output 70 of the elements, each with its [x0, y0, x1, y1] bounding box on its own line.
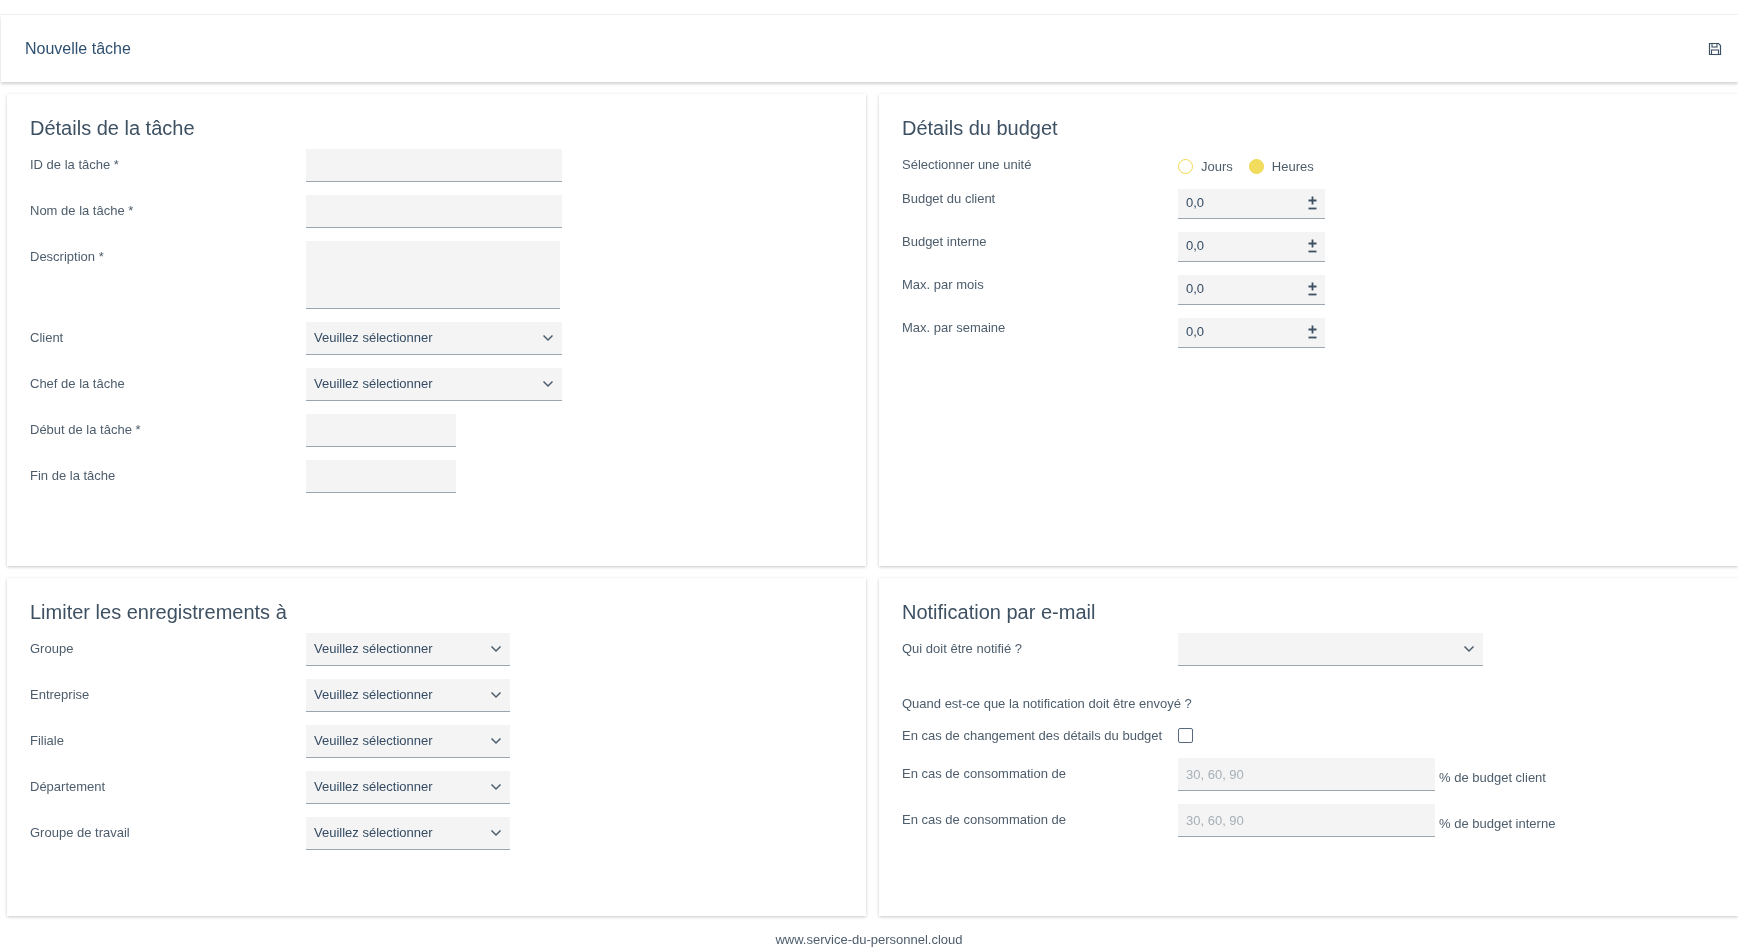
chevron-down-icon: [542, 380, 554, 388]
field-label: Groupe: [30, 640, 75, 658]
chevron-down-icon: [490, 737, 502, 745]
select-field[interactable]: Veuillez sélectionner: [306, 368, 562, 401]
field-label: En cas de changement des détails du budget: [902, 726, 1164, 745]
field-label: Client: [30, 329, 65, 347]
percent-field[interactable]: 30, 60, 90: [1178, 804, 1435, 837]
minus-icon[interactable]: [1308, 336, 1317, 339]
footer-text: www.service-du-personnel.cloud: [775, 932, 963, 947]
date-field[interactable]: [306, 414, 456, 447]
number-field[interactable]: 0,0: [1178, 231, 1325, 262]
section-title: Détails de la tâche: [30, 116, 196, 140]
question-text: Quand est-ce que la notification doit être envoyé ?: [902, 696, 1192, 711]
text-field[interactable]: [306, 149, 562, 182]
field-label: Budget interne: [902, 232, 988, 251]
chevron-down-icon: [1463, 645, 1475, 653]
select-field[interactable]: Veuillez sélectionner: [306, 633, 510, 666]
field-label: En cas de consommation de: [902, 765, 1068, 783]
plus-icon[interactable]: [1308, 196, 1317, 205]
select-field[interactable]: [1178, 633, 1483, 666]
minus-icon[interactable]: [1308, 250, 1317, 253]
select-field[interactable]: Veuillez sélectionner: [306, 817, 510, 850]
field-label: Chef de la tâche: [30, 375, 126, 393]
field-label: En cas de consommation de: [902, 811, 1068, 829]
checkbox[interactable]: [1178, 727, 1193, 743]
select-field[interactable]: Veuillez sélectionner: [306, 322, 562, 355]
field-label: Début de la tâche *: [30, 421, 142, 439]
chevron-down-icon: [490, 645, 502, 653]
field-label: Entreprise: [30, 686, 91, 704]
minus-icon[interactable]: [1308, 293, 1317, 296]
field-label: Description *: [30, 248, 105, 266]
field-label: Qui doit être notifié ?: [902, 640, 1023, 658]
plus-icon[interactable]: [1308, 282, 1317, 291]
page-title: Nouvelle tâche: [25, 38, 131, 59]
text-field[interactable]: [306, 195, 562, 228]
radio-label: Heures: [1271, 158, 1314, 176]
chevron-down-icon: [490, 829, 502, 837]
number-field[interactable]: 0,0: [1178, 317, 1325, 348]
suffix-label: % de budget interne: [1438, 815, 1556, 833]
field-label: Filiale: [30, 732, 65, 750]
description-field[interactable]: [306, 241, 560, 309]
field-label: Fin de la tâche: [30, 467, 117, 485]
chevron-down-icon: [490, 691, 502, 699]
number-field[interactable]: 0,0: [1178, 274, 1325, 305]
section-title: Notification par e-mail: [902, 600, 1097, 624]
suffix-label: % de budget client: [1438, 769, 1546, 787]
number-field[interactable]: 0,0: [1178, 188, 1325, 219]
select-field[interactable]: Veuillez sélectionner: [306, 679, 510, 712]
select-field[interactable]: Veuillez sélectionner: [306, 771, 510, 804]
chevron-down-icon: [542, 334, 554, 342]
select-field[interactable]: Veuillez sélectionner: [306, 725, 510, 758]
chevron-down-icon: [490, 783, 502, 791]
section-title: Détails du budget: [902, 116, 1059, 140]
minus-icon[interactable]: [1308, 207, 1317, 210]
field-label: Département: [30, 778, 107, 796]
save-icon[interactable]: [1708, 41, 1722, 56]
date-field[interactable]: [306, 460, 456, 493]
plus-icon[interactable]: [1308, 239, 1317, 248]
percent-field[interactable]: 30, 60, 90: [1178, 758, 1435, 791]
field-label: ID de la tâche *: [30, 156, 120, 174]
field-label: Max. par semaine: [902, 318, 1007, 337]
field-label: Max. par mois: [902, 275, 985, 294]
plus-icon[interactable]: [1308, 325, 1317, 334]
section-title: Limiter les enregistrements à: [30, 600, 288, 624]
field-label: Groupe de travail: [30, 824, 131, 842]
field-label: Nom de la tâche *: [30, 202, 135, 220]
field-label: Sélectionner une unité: [902, 156, 1033, 174]
field-label: Budget du client: [902, 189, 997, 208]
radio-button[interactable]: [1248, 159, 1264, 175]
radio-label: Jours: [1201, 158, 1233, 176]
